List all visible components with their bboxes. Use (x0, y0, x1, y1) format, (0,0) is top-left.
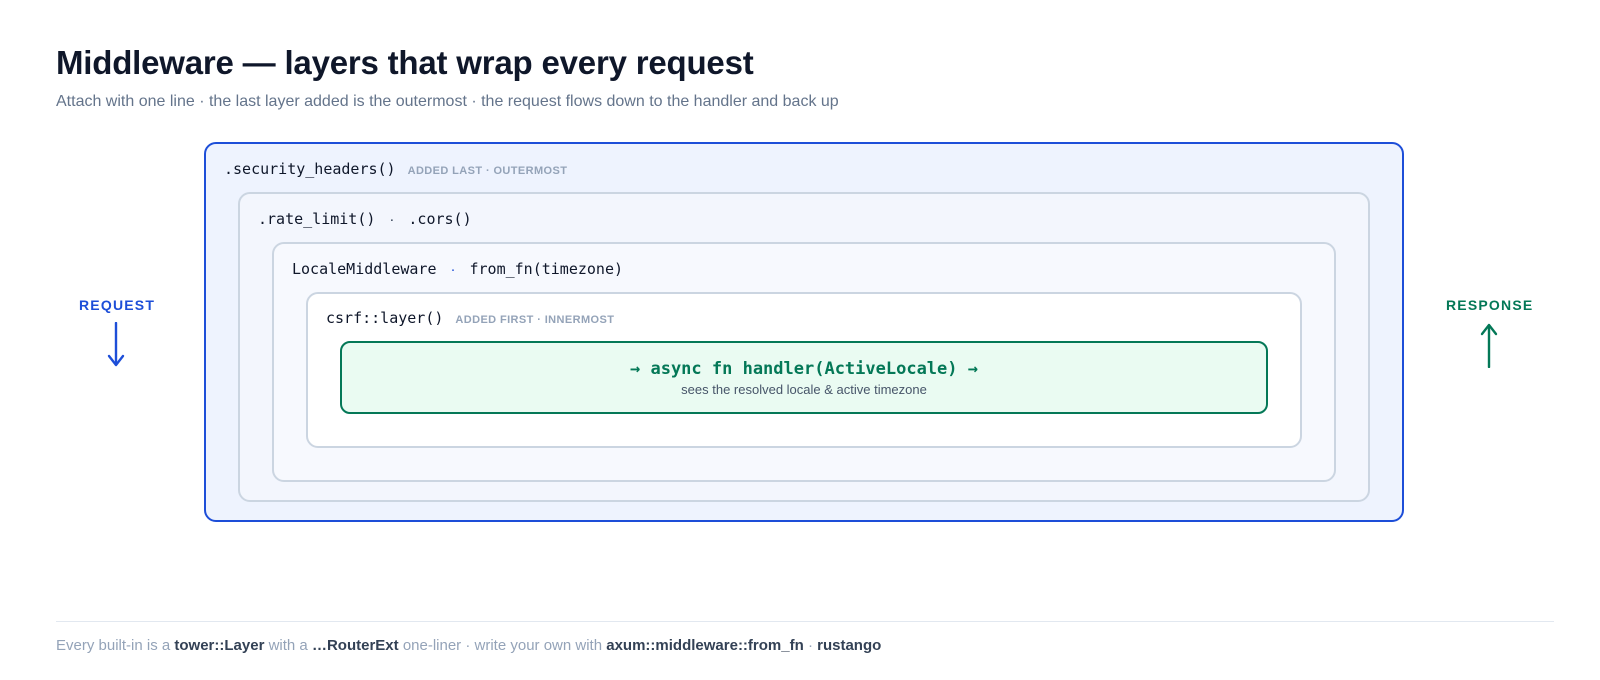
footer-text: Every built-in is a (56, 637, 171, 654)
footer-emphasis: rustango (817, 637, 882, 654)
footer-text: · (807, 637, 813, 654)
separator-dot: · (450, 261, 456, 278)
layer-code: csrf::layer() (326, 309, 444, 327)
layer-2-label: .rate_limit() · .cors() (258, 210, 472, 228)
layer-code: LocaleMiddleware (292, 260, 437, 278)
response-label: RESPONSE (1446, 297, 1534, 313)
layer-tag: ADDED FIRST · INNERMOST (455, 314, 615, 326)
layer-1-label: .security_headers() ADDED LAST · OUTERMO… (224, 160, 567, 178)
layer-3-label: LocaleMiddleware · from_fn(timezone) (292, 260, 623, 278)
footer-emphasis: tower::Layer (174, 637, 265, 654)
layer-tag: ADDED LAST · OUTERMOST (407, 165, 568, 177)
page-subtitle: Attach with one line · the last layer ad… (56, 93, 839, 110)
layer-code: from_fn(timezone) (469, 260, 624, 278)
footer-divider (56, 621, 1554, 622)
separator-dot: · (389, 211, 395, 228)
request-label: REQUEST (79, 297, 156, 313)
handler-box: → async fn handler(ActiveLocale) → sees … (340, 341, 1268, 414)
handler-note: sees the resolved locale & active timezo… (681, 382, 927, 397)
arrow-down-icon (107, 322, 125, 367)
page-title: Middleware — layers that wrap every requ… (56, 44, 754, 81)
layer-code: .cors() (408, 210, 472, 228)
footer-text: one-liner · write your own with (402, 637, 603, 654)
footer-emphasis: axum::middleware::from_fn (606, 637, 804, 654)
page: Middleware — layers that wrap every requ… (0, 0, 1600, 680)
footer-emphasis: …RouterExt (311, 637, 399, 654)
layer-4-label: csrf::layer() ADDED FIRST · INNERMOST (326, 309, 614, 327)
layer-code: .rate_limit() (258, 210, 376, 228)
layer-code: .security_headers() (224, 160, 396, 178)
arrow-up-icon (1480, 323, 1498, 368)
handler-signature: → async fn handler(ActiveLocale) → (630, 359, 978, 379)
footer-text: with a (268, 637, 308, 654)
footer-note: Every built-in is a tower::Layer with a … (56, 637, 881, 654)
